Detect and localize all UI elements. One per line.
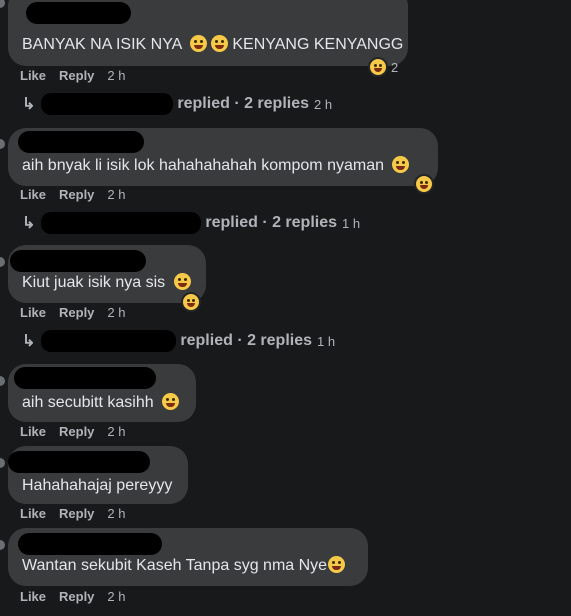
reaction-count[interactable]	[414, 173, 434, 195]
timestamp[interactable]: 2 h	[107, 68, 125, 83]
reaction-count[interactable]: 2	[368, 56, 398, 78]
comment-bubble: aih bnyak li isik lok hahahahahah kompom…	[8, 128, 438, 186]
timestamp[interactable]: 2 h	[107, 424, 125, 439]
comment-text: aih secubitt kasihh	[22, 393, 180, 413]
reply-button[interactable]: Reply	[59, 187, 94, 202]
view-replies-link[interactable]: ↳ replied · 2 replies 1 h	[22, 212, 360, 234]
laughing-emoji-icon	[210, 35, 228, 52]
like-button[interactable]: Like	[20, 589, 46, 604]
comment-bubble: Hahahahajaj pereyyy	[8, 446, 188, 504]
redacted-name	[18, 131, 144, 153]
comment-actions: Like Reply 2 h	[20, 589, 126, 604]
reply-arrow-icon: ↳	[22, 333, 36, 350]
laughing-emoji-icon	[181, 292, 201, 312]
view-replies-link[interactable]: ↳ replied · 2 replies 1 h	[22, 330, 335, 352]
comment-actions: Like Reply 2 h	[20, 68, 126, 83]
reply-button[interactable]: Reply	[59, 506, 94, 521]
comment-actions: Like Reply 2 h	[20, 424, 126, 439]
avatar[interactable]	[0, 0, 5, 8]
redacted-name	[26, 2, 131, 24]
laughing-emoji-icon	[368, 57, 388, 77]
comment-text: Kiut juak isik nya sis	[22, 273, 191, 293]
comment-text: BANYAK NA ISIK NYA KENYANG KENYANGG	[22, 35, 404, 53]
like-button[interactable]: Like	[20, 506, 46, 521]
avatar[interactable]	[0, 257, 5, 267]
reply-button[interactable]: Reply	[59, 589, 94, 604]
avatar[interactable]	[0, 458, 5, 468]
avatar[interactable]	[0, 376, 5, 386]
laughing-emoji-icon	[189, 35, 207, 52]
reply-button[interactable]: Reply	[59, 305, 94, 320]
timestamp[interactable]: 2 h	[107, 506, 125, 521]
comment-bubble: BANYAK NA ISIK NYA KENYANG KENYANGG	[8, 0, 408, 66]
reply-arrow-icon: ↳	[22, 96, 36, 113]
reaction-count[interactable]	[181, 291, 201, 313]
timestamp[interactable]: 2 h	[107, 305, 125, 320]
laughing-emoji-icon	[414, 174, 434, 194]
sweat-smile-emoji-icon	[328, 556, 346, 573]
comment-actions: Like Reply 2 h	[20, 187, 126, 202]
redacted-name	[14, 367, 156, 389]
reply-button[interactable]: Reply	[59, 424, 94, 439]
comment-text: aih bnyak li isik lok hahahahahah kompom…	[22, 156, 410, 176]
laughing-emoji-icon	[162, 393, 180, 410]
reply-arrow-icon: ↳	[22, 215, 36, 232]
comment-bubble: aih secubitt kasihh	[8, 364, 196, 422]
redacted-name	[10, 250, 146, 272]
comment-text: Hahahahajaj pereyyy	[22, 477, 173, 494]
timestamp[interactable]: 2 h	[107, 589, 125, 604]
comment-text: Wantan sekubit Kaseh Tanpa syg nma Nye	[22, 556, 346, 576]
redacted-name	[41, 330, 177, 352]
comment-bubble: Kiut juak isik nya sis	[8, 245, 206, 303]
timestamp[interactable]: 2 h	[107, 187, 125, 202]
comment-actions: Like Reply 2 h	[20, 506, 126, 521]
avatar[interactable]	[0, 139, 5, 149]
like-button[interactable]: Like	[20, 424, 46, 439]
redacted-name	[41, 93, 174, 115]
redacted-name	[8, 451, 150, 473]
like-button[interactable]: Like	[20, 187, 46, 202]
comment-bubble: Wantan sekubit Kaseh Tanpa syg nma Nye	[8, 528, 368, 586]
avatar[interactable]	[0, 540, 5, 550]
laughing-emoji-icon	[173, 273, 191, 290]
laughing-emoji-icon	[392, 156, 410, 173]
comment-actions: Like Reply 2 h	[20, 305, 126, 320]
redacted-name	[18, 533, 162, 555]
like-button[interactable]: Like	[20, 68, 46, 83]
reply-button[interactable]: Reply	[59, 68, 94, 83]
like-button[interactable]: Like	[20, 305, 46, 320]
view-replies-link[interactable]: ↳ replied · 2 replies 2 h	[22, 93, 332, 115]
redacted-name	[41, 212, 202, 234]
